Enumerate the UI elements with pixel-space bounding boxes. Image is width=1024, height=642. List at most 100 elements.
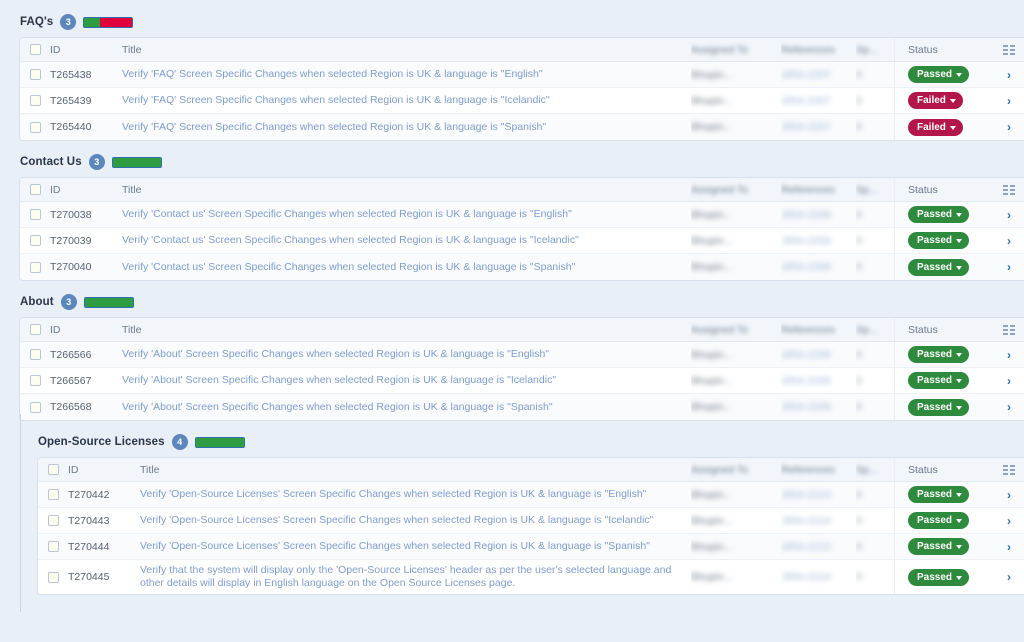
row-title-cell[interactable]: Verify 'Open-Source Licenses' Screen Spe…: [140, 534, 691, 559]
status-badge[interactable]: Passed: [908, 372, 969, 389]
row-checkbox[interactable]: [30, 375, 41, 386]
status-badge[interactable]: Passed: [908, 232, 969, 249]
row-title-cell[interactable]: Verify 'FAQ' Screen Specific Changes whe…: [122, 62, 691, 87]
select-all-checkbox[interactable]: [48, 464, 59, 475]
row-checkbox-cell[interactable]: [38, 534, 68, 559]
row-checkbox[interactable]: [48, 489, 59, 500]
row-checkbox-cell[interactable]: [20, 88, 50, 113]
select-all-checkbox-cell[interactable]: [20, 38, 50, 61]
columns-settings-icon[interactable]: [1003, 185, 1015, 195]
row-checkbox-cell[interactable]: [20, 368, 50, 393]
row-title-cell[interactable]: Verify 'About' Screen Specific Changes w…: [122, 342, 691, 367]
chevron-right-icon[interactable]: ›: [1007, 349, 1011, 361]
row-checkbox-cell[interactable]: [38, 560, 68, 594]
columns-settings-icon[interactable]: [1003, 325, 1015, 335]
table-row[interactable]: T270444Verify 'Open-Source Licenses' Scr…: [38, 534, 1024, 560]
chevron-down-icon[interactable]: [956, 406, 962, 410]
row-status-cell[interactable]: Passed: [894, 534, 994, 559]
row-title-link[interactable]: Verify 'About' Screen Specific Changes w…: [122, 401, 553, 414]
chevron-down-icon[interactable]: [956, 545, 962, 549]
select-all-checkbox[interactable]: [30, 184, 41, 195]
row-checkbox-cell[interactable]: [20, 228, 50, 253]
status-badge[interactable]: Passed: [908, 66, 969, 83]
table-row[interactable]: T270038Verify 'Contact us' Screen Specif…: [20, 202, 1024, 228]
row-status-cell[interactable]: Passed: [894, 560, 994, 594]
table-row[interactable]: T266567Verify 'About' Screen Specific Ch…: [20, 368, 1024, 394]
row-title-cell[interactable]: Verify 'About' Screen Specific Changes w…: [122, 394, 691, 420]
chevron-down-icon[interactable]: [956, 239, 962, 243]
status-badge[interactable]: Passed: [908, 206, 969, 223]
status-badge[interactable]: Failed: [908, 92, 963, 109]
row-checkbox[interactable]: [30, 95, 41, 106]
row-title-cell[interactable]: Verify that the system will display only…: [140, 560, 691, 594]
table-row[interactable]: T266568Verify 'About' Screen Specific Ch…: [20, 394, 1024, 420]
row-title-link[interactable]: Verify 'About' Screen Specific Changes w…: [122, 374, 556, 387]
row-checkbox-cell[interactable]: [20, 114, 50, 140]
row-status-cell[interactable]: Passed: [894, 228, 994, 253]
row-status-cell[interactable]: Passed: [894, 508, 994, 533]
row-expand-cell[interactable]: ›: [994, 394, 1024, 420]
chevron-down-icon[interactable]: [956, 493, 962, 497]
row-expand-cell[interactable]: ›: [994, 560, 1024, 594]
row-checkbox[interactable]: [30, 69, 41, 80]
row-expand-cell[interactable]: ›: [994, 228, 1024, 253]
table-row[interactable]: T265440Verify 'FAQ' Screen Specific Chan…: [20, 114, 1024, 140]
row-expand-cell[interactable]: ›: [994, 88, 1024, 113]
row-status-cell[interactable]: Failed: [894, 88, 994, 113]
status-badge[interactable]: Passed: [908, 569, 969, 586]
row-expand-cell[interactable]: ›: [994, 202, 1024, 227]
row-title-link[interactable]: Verify 'Contact us' Screen Specific Chan…: [122, 208, 572, 221]
chevron-down-icon[interactable]: [956, 353, 962, 357]
row-title-cell[interactable]: Verify 'FAQ' Screen Specific Changes whe…: [122, 88, 691, 113]
chevron-right-icon[interactable]: ›: [1007, 541, 1011, 553]
chevron-down-icon[interactable]: [956, 379, 962, 383]
row-checkbox-cell[interactable]: [20, 62, 50, 87]
chevron-down-icon[interactable]: [956, 73, 962, 77]
row-title-cell[interactable]: Verify 'Open-Source Licenses' Screen Spe…: [140, 508, 691, 533]
chevron-down-icon[interactable]: [950, 126, 956, 130]
row-title-link[interactable]: Verify 'Open-Source Licenses' Screen Spe…: [140, 514, 653, 527]
row-checkbox[interactable]: [30, 349, 41, 360]
table-row[interactable]: T265438Verify 'FAQ' Screen Specific Chan…: [20, 62, 1024, 88]
select-all-checkbox-cell[interactable]: [20, 318, 50, 341]
column-settings-cell[interactable]: [994, 38, 1024, 61]
status-badge[interactable]: Passed: [908, 512, 969, 529]
chevron-right-icon[interactable]: ›: [1007, 209, 1011, 221]
row-checkbox[interactable]: [48, 572, 59, 583]
row-expand-cell[interactable]: ›: [994, 342, 1024, 367]
column-settings-cell[interactable]: [994, 318, 1024, 341]
row-title-cell[interactable]: Verify 'Contact us' Screen Specific Chan…: [122, 228, 691, 253]
table-row[interactable]: T270039Verify 'Contact us' Screen Specif…: [20, 228, 1024, 254]
chevron-right-icon[interactable]: ›: [1007, 121, 1011, 133]
chevron-down-icon[interactable]: [956, 266, 962, 270]
status-badge[interactable]: Passed: [908, 399, 969, 416]
row-checkbox[interactable]: [30, 262, 41, 273]
row-expand-cell[interactable]: ›: [994, 482, 1024, 507]
row-checkbox-cell[interactable]: [20, 394, 50, 420]
column-settings-cell[interactable]: [994, 458, 1024, 481]
table-row[interactable]: T270442Verify 'Open-Source Licenses' Scr…: [38, 482, 1024, 508]
row-checkbox-cell[interactable]: [20, 202, 50, 227]
row-title-cell[interactable]: Verify 'Contact us' Screen Specific Chan…: [122, 202, 691, 227]
row-status-cell[interactable]: Passed: [894, 368, 994, 393]
table-row[interactable]: T266566Verify 'About' Screen Specific Ch…: [20, 342, 1024, 368]
row-title-link[interactable]: Verify 'FAQ' Screen Specific Changes whe…: [122, 68, 543, 81]
row-checkbox-cell[interactable]: [20, 342, 50, 367]
chevron-right-icon[interactable]: ›: [1007, 401, 1011, 413]
row-title-cell[interactable]: Verify 'Open-Source Licenses' Screen Spe…: [140, 482, 691, 507]
columns-settings-icon[interactable]: [1003, 465, 1015, 475]
chevron-right-icon[interactable]: ›: [1007, 489, 1011, 501]
status-badge[interactable]: Passed: [908, 346, 969, 363]
chevron-right-icon[interactable]: ›: [1007, 261, 1011, 273]
table-row[interactable]: T265439Verify 'FAQ' Screen Specific Chan…: [20, 88, 1024, 114]
row-checkbox-cell[interactable]: [38, 508, 68, 533]
row-expand-cell[interactable]: ›: [994, 114, 1024, 140]
table-row[interactable]: T270040Verify 'Contact us' Screen Specif…: [20, 254, 1024, 280]
chevron-down-icon[interactable]: [956, 213, 962, 217]
row-checkbox[interactable]: [48, 541, 59, 552]
row-status-cell[interactable]: Passed: [894, 394, 994, 420]
chevron-down-icon[interactable]: [950, 99, 956, 103]
row-status-cell[interactable]: Passed: [894, 482, 994, 507]
chevron-right-icon[interactable]: ›: [1007, 69, 1011, 81]
select-all-checkbox-cell[interactable]: [38, 458, 68, 481]
